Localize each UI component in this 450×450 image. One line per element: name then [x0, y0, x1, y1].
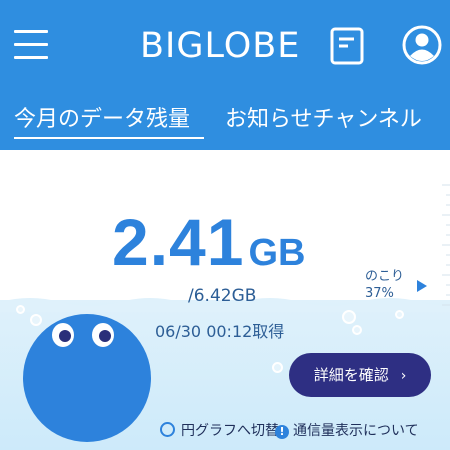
remaining-unit: GB — [248, 232, 306, 274]
data-usage-panel: 2.41 GB /6.42GB 06/30 00:12取得 のこり 37% 詳細を… — [0, 150, 450, 450]
app-header: BIGLOBE 今月のデータ残量 お知らせチャンネル — [0, 0, 450, 150]
pie-chart-toggle-link[interactable]: 円グラフへ切替 — [160, 420, 279, 440]
remaining-value: 2.41 — [112, 205, 245, 279]
view-details-button[interactable]: 詳細を確認 › — [289, 353, 431, 397]
chevron-right-icon: › — [400, 368, 407, 384]
usage-info-link[interactable]: ! 通信量表示について — [275, 420, 419, 440]
circle-icon — [160, 422, 175, 437]
bubble — [342, 310, 356, 324]
biglobe-logo: BIGLOBE — [140, 26, 301, 66]
pie-chart-toggle-label: 円グラフへ切替 — [181, 423, 279, 439]
user-icon[interactable] — [402, 25, 442, 65]
tab-data-remaining[interactable]: 今月のデータ残量 — [14, 100, 190, 140]
view-details-label: 詳細を確認 — [313, 366, 389, 384]
mascot-character — [20, 308, 155, 443]
fetched-timestamp: 06/30 00:12取得 — [155, 322, 285, 341]
info-icon: ! — [275, 425, 289, 439]
gauge-scale — [442, 184, 450, 306]
active-tab-indicator — [14, 137, 204, 139]
bubble — [395, 310, 404, 319]
remaining-data: 2.41 GB — [112, 202, 305, 282]
remaining-label: のこり — [365, 269, 405, 284]
total-data: /6.42GB — [188, 286, 257, 306]
document-icon[interactable] — [330, 27, 364, 65]
hamburger-menu-icon[interactable] — [14, 30, 48, 60]
remaining-percent: 37% — [365, 286, 394, 301]
level-pointer-icon — [417, 280, 427, 292]
usage-info-label: 通信量表示について — [293, 423, 419, 439]
remaining-indicator: のこり 37% — [365, 268, 427, 302]
bubble — [352, 325, 362, 335]
bubble — [272, 362, 283, 373]
tab-news-channel[interactable]: お知らせチャンネル — [225, 100, 422, 140]
